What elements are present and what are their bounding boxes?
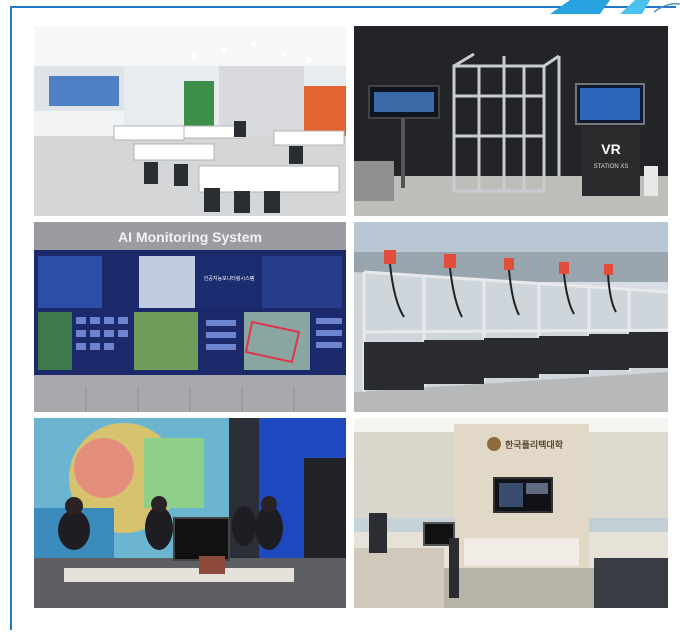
vr-kiosk-sublabel: STATION XS	[594, 164, 629, 170]
photo-lobby: 한국폴리텍대학	[354, 418, 668, 608]
photo-studio	[34, 418, 346, 608]
photo-monitoring: AI Monitoring System 인공지능모니터링시스템	[34, 222, 346, 412]
photo-vr-lab: VR STATION XS	[354, 26, 668, 216]
vr-kiosk-label: VR	[601, 141, 620, 157]
svg-text:인공지능모니터링시스템: 인공지능모니터링시스템	[204, 275, 255, 282]
corner-decoration	[550, 0, 680, 14]
monitoring-title: AI Monitoring System	[118, 229, 262, 245]
photo-robot-cells	[354, 222, 668, 412]
photo-lounge	[34, 26, 346, 216]
lobby-sign: 한국폴리텍대학	[505, 439, 564, 450]
